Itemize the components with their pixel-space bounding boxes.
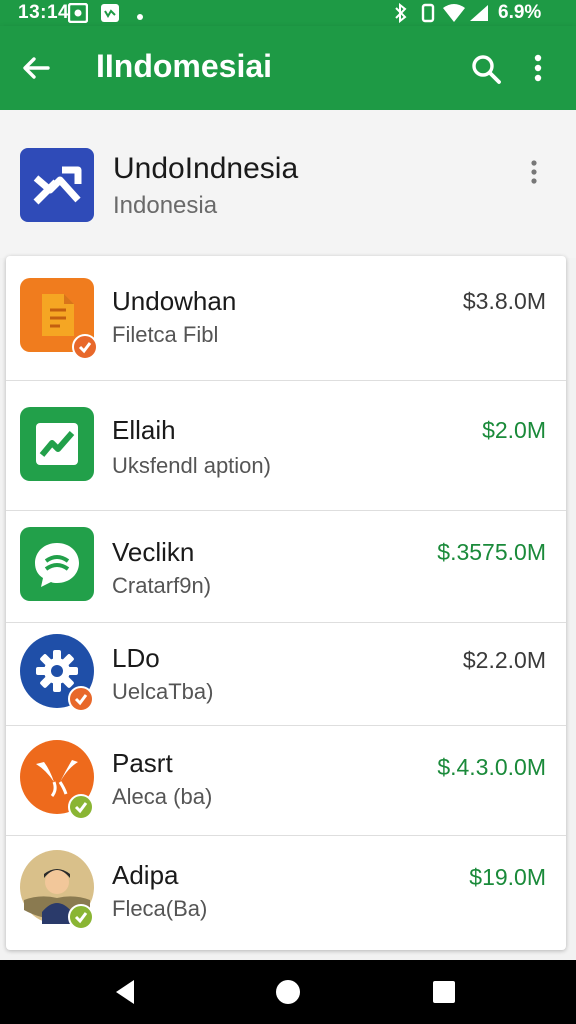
messenger-icon	[100, 3, 120, 28]
battery-percent: 6.9%	[498, 2, 542, 23]
item-amount: $19.0M	[469, 864, 546, 890]
list-item[interactable]: Veclikn Cratarf9n) $.3575.0M	[6, 511, 566, 623]
item-amount: $2.2.0M	[462, 647, 546, 673]
status-bar: 13:14 6.9%	[0, 0, 576, 26]
check-badge-icon	[68, 904, 94, 930]
clock: 13:14	[18, 2, 70, 23]
item-description: Aleca (ba)	[112, 784, 213, 809]
system-nav-bar	[0, 960, 576, 1024]
item-amount: $3.8.0M	[462, 288, 546, 314]
wifi-icon	[442, 3, 466, 28]
item-amount: $.4.3.0.0M	[437, 754, 546, 780]
trend-chart-logo-icon	[20, 148, 94, 222]
signal-icon	[468, 3, 490, 28]
list-item[interactable]: Adipa Fleca(Ba) $19.0M	[6, 836, 566, 950]
account-subtitle: Indonesia	[113, 192, 218, 219]
check-badge-icon	[68, 686, 94, 712]
item-amount: $.3575.0M	[437, 539, 546, 565]
check-badge-icon	[68, 794, 94, 820]
back-triangle-icon[interactable]	[114, 978, 138, 1011]
page-title: IIndomesiai	[96, 48, 273, 84]
item-description: UelcaTba)	[112, 679, 214, 704]
item-title: Adipa	[112, 860, 179, 890]
list-item[interactable]: Undowhan Filetca Fibl $3.8.0M	[6, 256, 566, 381]
item-title: Ellaih	[112, 415, 176, 445]
holdings-list: Undowhan Filetca Fibl $3.8.0M Ellaih Uks…	[6, 256, 566, 950]
list-item[interactable]: Ellaih Uksfendl aption) $2.0M	[6, 381, 566, 511]
item-description: Uksfendl aption)	[112, 453, 271, 478]
dot-icon	[136, 8, 144, 26]
bluetooth-icon	[393, 2, 409, 28]
search-icon[interactable]	[470, 53, 502, 90]
app-bar: IIndomesiai	[0, 26, 576, 110]
vibrate-icon	[420, 3, 436, 28]
item-title: Undowhan	[112, 286, 237, 316]
item-title: LDo	[112, 643, 160, 673]
item-description: Filetca Fibl	[112, 322, 219, 347]
home-circle-icon[interactable]	[274, 978, 302, 1011]
account-header: UndoIndnesia Indonesia	[0, 110, 576, 258]
check-badge-icon	[72, 334, 98, 360]
item-description: Cratarf9n)	[112, 573, 212, 598]
recents-square-icon[interactable]	[432, 978, 456, 1011]
list-item[interactable]: LDo UelcaTba) $2.2.0M	[6, 623, 566, 726]
chart-trend-app-icon	[20, 407, 94, 481]
item-title: Pasrt	[112, 748, 173, 778]
back-arrow-icon[interactable]	[20, 52, 52, 89]
more-vert-icon[interactable]	[532, 52, 544, 89]
chat-bubble-app-icon	[20, 527, 94, 601]
more-vert-icon[interactable]	[528, 158, 540, 191]
photo-icon	[67, 2, 89, 28]
item-amount: $2.0M	[482, 417, 546, 443]
item-description: Fleca(Ba)	[112, 896, 208, 921]
item-title: Veclikn	[112, 537, 195, 567]
account-name: UndoIndnesia	[113, 152, 299, 185]
list-item[interactable]: Pasrt Aleca (ba) $.4.3.0.0M	[6, 726, 566, 836]
